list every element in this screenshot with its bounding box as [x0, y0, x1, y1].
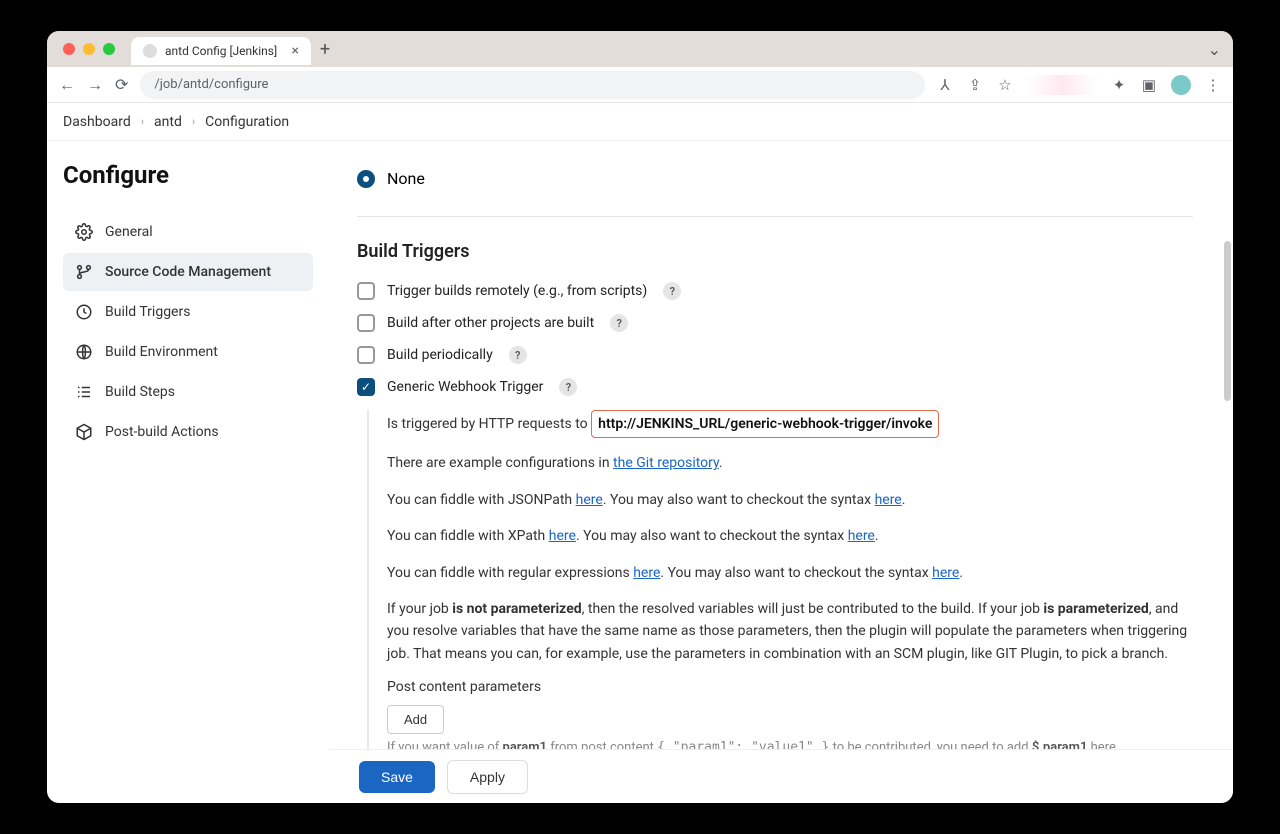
text: . You may also want to checkout the synt… — [576, 528, 848, 544]
page-title: Configure — [63, 161, 313, 189]
chevron-right-icon: › — [141, 115, 144, 128]
webhook-url: http://JENKINS_URL/generic-webhook-trigg… — [591, 410, 939, 438]
link-regex-syntax[interactable]: here — [932, 565, 959, 581]
titlebar: antd Config [Jenkins] × + ⌄ — [47, 31, 1233, 67]
close-tab-icon[interactable]: × — [292, 43, 299, 59]
window-minimize-icon[interactable] — [83, 43, 95, 55]
text: There are example configurations in — [387, 455, 613, 471]
sidebar-item-label: Source Code Management — [105, 264, 271, 280]
help-icon[interactable]: ? — [509, 346, 527, 364]
trigger-label: Build periodically — [387, 347, 493, 363]
text: You can fiddle with XPath — [387, 528, 549, 544]
divider — [357, 216, 1193, 217]
branch-icon — [75, 263, 93, 281]
webhook-details: Is triggered by HTTP requests to http://… — [367, 410, 1193, 801]
panel-icon[interactable]: ▣ — [1141, 77, 1157, 93]
bookmark-icon[interactable]: ☆ — [997, 77, 1013, 93]
sidebar-item-label: General — [105, 224, 153, 240]
help-icon[interactable]: ? — [559, 378, 577, 396]
link-xpath-syntax[interactable]: here — [848, 528, 875, 544]
checkbox-build-periodic[interactable] — [357, 346, 375, 364]
url-path: /job/antd/configure — [154, 77, 268, 92]
sidebar-item-triggers[interactable]: Build Triggers — [63, 293, 313, 331]
share-icon[interactable]: ⇪ — [967, 77, 983, 93]
browser-toolbar: ← → ⟳ /job/antd/configure ⅄ ⇪ ☆ ✦ ▣ ⋮ — [47, 67, 1233, 103]
menu-icon[interactable]: ⋮ — [1205, 77, 1221, 93]
text: is not parameterized — [452, 601, 581, 617]
post-params-label: Post content parameters — [387, 679, 1193, 695]
save-button[interactable]: Save — [359, 761, 435, 793]
trigger-label: Build after other projects are built — [387, 315, 594, 331]
window-close-icon[interactable] — [63, 43, 75, 55]
footer-actions: Save Apply — [329, 749, 1233, 803]
trigger-label: Generic Webhook Trigger — [387, 379, 543, 395]
text: . You may also want to checkout the synt… — [603, 492, 875, 508]
breadcrumb: Dashboard › antd › Configuration — [47, 103, 1233, 141]
link-jsonpath[interactable]: here — [576, 492, 603, 508]
new-tab-button[interactable]: + — [311, 35, 339, 63]
tabs-dropdown-icon[interactable]: ⌄ — [1208, 40, 1221, 59]
text: Is triggered by HTTP requests to — [387, 416, 591, 432]
text: You can fiddle with JSONPath — [387, 492, 576, 508]
sidebar-item-label: Build Triggers — [105, 304, 190, 320]
section-title: Build Triggers — [357, 241, 1193, 262]
sidebar-item-label: Build Steps — [105, 384, 175, 400]
text: , then the resolved variables will just … — [582, 601, 1044, 617]
tab-title: antd Config [Jenkins] — [165, 44, 277, 58]
sidebar-item-env[interactable]: Build Environment — [63, 333, 313, 371]
package-icon — [75, 423, 93, 441]
checkbox-build-after[interactable] — [357, 314, 375, 332]
link-regex[interactable]: here — [633, 565, 660, 581]
checkbox-webhook[interactable]: ✓ — [357, 378, 375, 396]
scrollbar[interactable] — [1224, 241, 1231, 401]
help-icon[interactable]: ? — [663, 282, 681, 300]
browser-tab[interactable]: antd Config [Jenkins] × — [131, 37, 311, 65]
checkbox-trigger-remote[interactable] — [357, 282, 375, 300]
address-bar[interactable]: /job/antd/configure — [140, 71, 925, 99]
sidebar-item-scm[interactable]: Source Code Management — [63, 253, 313, 291]
sidebar-item-steps[interactable]: Build Steps — [63, 373, 313, 411]
text: If your job — [387, 601, 452, 617]
steps-icon — [75, 383, 93, 401]
apply-button[interactable]: Apply — [447, 760, 528, 794]
radio-none[interactable] — [357, 170, 375, 188]
sidebar-item-label: Build Environment — [105, 344, 218, 360]
main-content: None Build Triggers Trigger builds remot… — [329, 141, 1233, 803]
link-jsonpath-syntax[interactable]: here — [875, 492, 902, 508]
link-xpath[interactable]: here — [549, 528, 576, 544]
gear-icon — [75, 223, 93, 241]
clock-icon — [75, 303, 93, 321]
window-maximize-icon[interactable] — [103, 43, 115, 55]
back-button[interactable]: ← — [59, 75, 75, 95]
breadcrumb-antd[interactable]: antd — [154, 114, 182, 130]
breadcrumb-configuration: Configuration — [205, 114, 289, 130]
add-post-param-button[interactable]: Add — [387, 705, 444, 734]
text: . You may also want to checkout the synt… — [660, 565, 932, 581]
radio-label: None — [387, 169, 425, 188]
text: is parameterized — [1043, 601, 1148, 617]
profile-avatar[interactable] — [1171, 75, 1191, 95]
breadcrumb-dashboard[interactable]: Dashboard — [63, 114, 131, 130]
favicon-icon — [143, 44, 157, 58]
trigger-label: Trigger builds remotely (e.g., from scri… — [387, 283, 647, 299]
extensions-icon[interactable]: ✦ — [1111, 77, 1127, 93]
color-strip — [1027, 75, 1097, 95]
reload-button[interactable]: ⟳ — [115, 75, 128, 94]
text: You can fiddle with regular expressions — [387, 565, 633, 581]
help-icon[interactable]: ? — [610, 314, 628, 332]
sidebar: Configure General Source Code Management… — [47, 141, 329, 803]
sidebar-item-general[interactable]: General — [63, 213, 313, 251]
translate-icon[interactable]: ⅄ — [937, 77, 953, 93]
chevron-right-icon: › — [192, 115, 195, 128]
sidebar-item-label: Post-build Actions — [105, 424, 219, 440]
link-git-repo[interactable]: the Git repository — [613, 455, 719, 471]
sidebar-item-postbuild[interactable]: Post-build Actions — [63, 413, 313, 451]
forward-button[interactable]: → — [87, 75, 103, 95]
globe-icon — [75, 343, 93, 361]
